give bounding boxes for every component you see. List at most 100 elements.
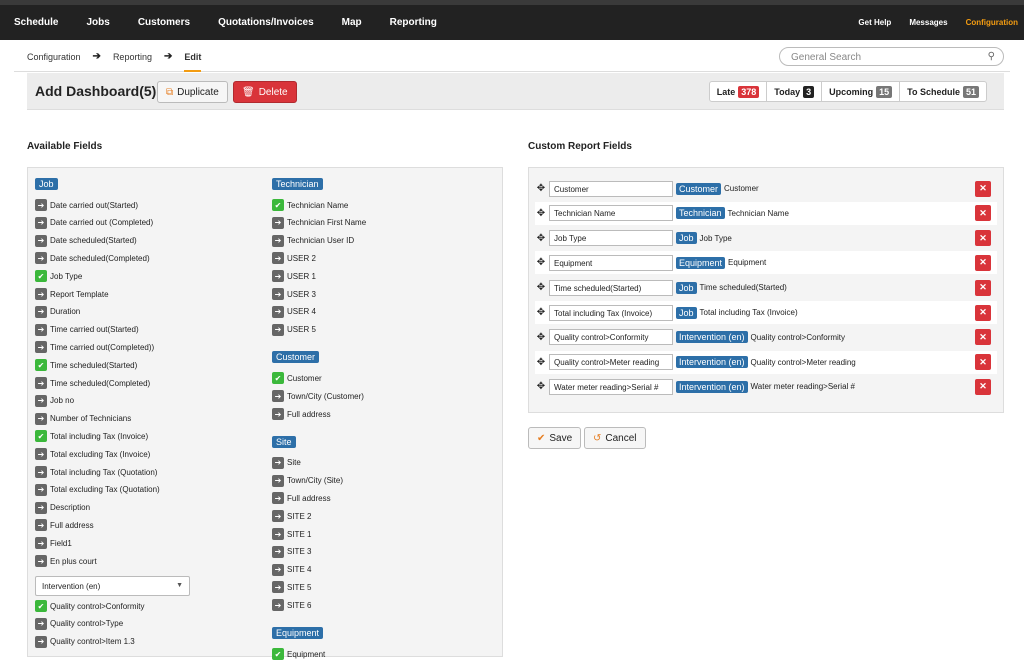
field-item[interactable]: ➔ Quality control>Item 1.3 (35, 635, 135, 648)
arrow-right-icon[interactable]: ➔ (272, 270, 284, 283)
field-item[interactable]: ➔ Date carried out(Started) (35, 199, 138, 211)
remove-icon[interactable]: ✕ (975, 279, 991, 296)
field-item[interactable]: ➔ SITE 2 (272, 510, 311, 523)
checkmark-icon[interactable]: ✔ (35, 270, 47, 283)
move-handle-icon[interactable]: ✥ (535, 357, 547, 368)
arrow-right-icon[interactable]: ➔ (272, 581, 284, 594)
nav-item-schedule[interactable]: Schedule (14, 17, 58, 28)
remove-icon[interactable]: ✕ (975, 378, 991, 395)
field-item[interactable]: ➔ SITE 1 (272, 528, 311, 540)
arrow-right-icon[interactable]: ➔ (35, 199, 47, 211)
delete-button[interactable]: 🗑 Delete (233, 81, 297, 103)
move-handle-icon[interactable]: ✥ (535, 208, 547, 219)
arrow-right-icon[interactable]: ➔ (272, 528, 284, 540)
arrow-right-icon[interactable]: ➔ (35, 635, 47, 648)
field-item[interactable]: ➔ SITE 4 (272, 563, 311, 576)
field-item[interactable]: ➔ Job no (35, 394, 74, 407)
field-item[interactable]: ➔ USER 4 (272, 305, 316, 318)
nav-item-map[interactable]: Map (342, 17, 362, 28)
field-item[interactable]: ➔ Technician User ID (272, 234, 354, 247)
field-item[interactable]: ➔ SITE 6 (272, 599, 311, 612)
stat-upcoming[interactable]: Upcoming 15 (822, 82, 901, 101)
remove-icon[interactable]: ✕ (975, 304, 991, 321)
arrow-right-icon[interactable]: ➔ (272, 492, 284, 505)
field-item[interactable]: ➔ Town/City (Site) (272, 474, 343, 487)
arrow-right-icon[interactable]: ➔ (35, 323, 47, 336)
field-item[interactable]: ➔ USER 3 (272, 288, 316, 300)
arrow-right-icon[interactable]: ➔ (272, 456, 284, 469)
checkmark-icon[interactable]: ✔ (272, 372, 284, 385)
nav-item-reporting[interactable]: Reporting (390, 17, 437, 28)
remove-icon[interactable]: ✕ (975, 230, 991, 247)
field-item[interactable]: ➔ Time carried out(Completed)) (35, 341, 154, 354)
stat-today[interactable]: Today 3 (767, 82, 823, 101)
arrow-right-icon[interactable]: ➔ (35, 377, 47, 389)
field-item[interactable]: ✔ Customer (272, 372, 322, 385)
breadcrumb-configuration[interactable]: Configuration (27, 52, 81, 62)
stat-late[interactable]: Late 378 (710, 82, 768, 101)
field-item[interactable]: ➔ USER 5 (272, 323, 316, 336)
arrow-right-icon[interactable]: ➔ (35, 617, 47, 630)
field-item[interactable]: ➔ Site (272, 456, 301, 469)
checkmark-icon[interactable]: ✔ (35, 600, 47, 612)
nav-item-quotations-invoices[interactable]: Quotations/Invoices (218, 17, 314, 28)
arrow-right-icon[interactable]: ➔ (35, 555, 47, 567)
custom-field-input[interactable]: Customer (549, 180, 673, 197)
field-item[interactable]: ➔ Total including Tax (Quotation) (35, 466, 157, 478)
checkmark-icon[interactable]: ✔ (272, 199, 284, 211)
arrow-right-icon[interactable]: ➔ (35, 483, 47, 496)
move-handle-icon[interactable]: ✥ (535, 282, 547, 293)
remove-icon[interactable]: ✕ (975, 329, 991, 346)
custom-field-input[interactable]: Job Type (549, 230, 673, 247)
field-item[interactable]: ➔ Date carried out (Completed) (35, 216, 153, 229)
custom-field-input[interactable]: Total including Tax (Invoice) (549, 304, 673, 321)
remove-icon[interactable]: ✕ (975, 254, 991, 271)
custom-field-input[interactable]: Equipment (549, 254, 673, 271)
arrow-right-icon[interactable]: ➔ (272, 216, 284, 229)
save-button[interactable]: ✔ Save (528, 427, 582, 449)
custom-field-input[interactable]: Technician Name (549, 205, 673, 222)
duplicate-button[interactable]: ⧉ Duplicate (157, 81, 228, 103)
arrow-right-icon[interactable]: ➔ (272, 323, 284, 336)
field-item[interactable]: ➔ Full address (35, 519, 94, 532)
field-item[interactable]: ✔ Time scheduled(Started) (35, 359, 137, 372)
arrow-right-icon[interactable]: ➔ (272, 288, 284, 300)
arrow-right-icon[interactable]: ➔ (272, 408, 284, 420)
arrow-right-icon[interactable]: ➔ (272, 599, 284, 612)
field-item[interactable]: ➔ USER 1 (272, 270, 316, 283)
arrow-right-icon[interactable]: ➔ (272, 390, 284, 403)
arrow-right-icon[interactable]: ➔ (272, 563, 284, 576)
field-item[interactable]: ➔ Quality control>Type (35, 617, 123, 630)
field-item[interactable]: ➔ En plus court (35, 555, 97, 567)
move-handle-icon[interactable]: ✥ (535, 233, 547, 244)
arrow-right-icon[interactable]: ➔ (272, 545, 284, 558)
field-item[interactable]: ➔ SITE 5 (272, 581, 311, 594)
stat-to-schedule[interactable]: To Schedule 51 (900, 82, 986, 101)
move-handle-icon[interactable]: ✥ (535, 381, 547, 392)
remove-icon[interactable]: ✕ (975, 205, 991, 222)
nav-item-customers[interactable]: Customers (138, 17, 190, 28)
checkmark-icon[interactable]: ✔ (35, 430, 47, 443)
arrow-right-icon[interactable]: ➔ (35, 501, 47, 514)
arrow-right-icon[interactable]: ➔ (272, 474, 284, 487)
field-item[interactable]: ✔ Job Type (35, 270, 82, 283)
field-item[interactable]: ➔ Field1 (35, 537, 72, 550)
checkmark-icon[interactable]: ✔ (35, 359, 47, 372)
arrow-right-icon[interactable]: ➔ (35, 412, 47, 425)
arrow-right-icon[interactable]: ➔ (35, 466, 47, 478)
nav-item-jobs[interactable]: Jobs (86, 17, 109, 28)
remove-icon[interactable]: ✕ (975, 180, 991, 197)
custom-field-input[interactable]: Water meter reading>Serial # (549, 378, 673, 395)
custom-field-input[interactable]: Quality control>Conformity (549, 329, 673, 346)
arrow-right-icon[interactable]: ➔ (272, 510, 284, 523)
arrow-right-icon[interactable]: ➔ (35, 448, 47, 461)
arrow-right-icon[interactable]: ➔ (35, 519, 47, 532)
remove-icon[interactable]: ✕ (975, 354, 991, 371)
field-item[interactable]: ✔ Total including Tax (Invoice) (35, 430, 148, 443)
search-input[interactable]: General Search ⚲ (779, 47, 1004, 66)
custom-field-input[interactable]: Quality control>Meter reading (549, 354, 673, 371)
field-item[interactable]: ➔ USER 2 (272, 252, 316, 265)
arrow-right-icon[interactable]: ➔ (35, 305, 47, 318)
arrow-right-icon[interactable]: ➔ (272, 252, 284, 265)
arrow-right-icon[interactable]: ➔ (35, 341, 47, 354)
